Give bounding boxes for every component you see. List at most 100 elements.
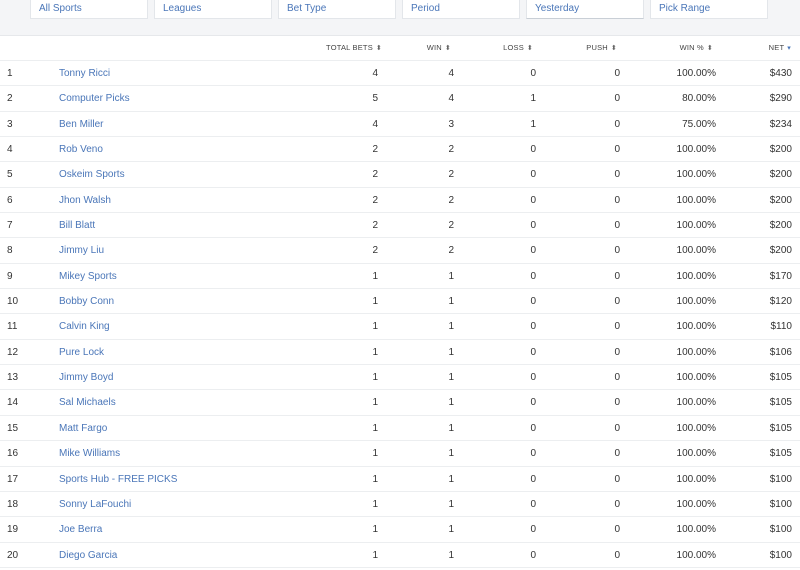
column-header-label: WIN — [426, 43, 442, 52]
table-row: 19 Joe Berra 1 1 0 0 100.00% $100 — [0, 517, 800, 543]
handicapper-link[interactable]: Ben Miller — [59, 119, 103, 130]
table-header: TOTAL BETS ⬍ WIN ⬍ LOSS ⬍ PUSH ⬍ WIN % ⬍ NET ▾ — [0, 36, 800, 61]
win-cell: 2 — [448, 245, 454, 257]
column-header-label: WIN % — [679, 43, 704, 52]
loss-cell: 0 — [530, 245, 536, 257]
column-header-loss[interactable]: LOSS ⬍ — [503, 43, 533, 52]
total-bets-cell: 2 — [372, 144, 378, 156]
push-cell: 0 — [614, 397, 620, 409]
table-row: 17 Sports Hub - FREE PICKS 1 1 0 0 100.00% $100 — [0, 467, 800, 492]
handicapper-link[interactable]: Mike Williams — [59, 448, 120, 459]
date-filter[interactable]: Yesterday — [526, 0, 644, 19]
loss-cell: 0 — [530, 346, 536, 358]
net-cell: $200 — [769, 144, 792, 156]
table-row: 14 Sal Michaels 1 1 0 0 100.00% $105 — [0, 390, 800, 416]
total-bets-cell: 4 — [372, 68, 378, 79]
win-cell: 1 — [448, 296, 454, 308]
rank-cell: 1 — [7, 68, 13, 79]
loss-cell: 0 — [530, 169, 536, 181]
net-cell: $106 — [769, 346, 792, 358]
total-bets-cell: 2 — [372, 169, 378, 181]
loss-cell: 0 — [530, 194, 536, 206]
table-row: 13 Jimmy Boyd 1 1 0 0 100.00% $105 — [0, 365, 800, 391]
table-row: 9 Mikey Sports 1 1 0 0 100.00% $170 — [0, 264, 800, 290]
loss-cell: 0 — [530, 144, 536, 156]
handicapper-link[interactable]: Sports Hub - FREE PICKS — [59, 474, 177, 485]
table-row: 4 Rob Veno 2 2 0 0 100.00% $200 — [0, 137, 800, 163]
net-cell: $200 — [769, 169, 792, 181]
handicapper-link[interactable]: Jhon Walsh — [59, 195, 111, 206]
column-header-net[interactable]: NET ▾ — [769, 43, 791, 52]
handicapper-link[interactable]: Rob Veno — [59, 144, 103, 155]
loss-cell: 1 — [530, 93, 536, 105]
league-filter[interactable]: Leagues — [154, 0, 272, 19]
loss-cell: 0 — [530, 68, 536, 79]
win-pct-cell: 100.00% — [676, 473, 716, 485]
column-header-label: PUSH — [586, 43, 608, 52]
handicapper-link[interactable]: Computer Picks — [59, 93, 130, 104]
net-cell: $200 — [769, 220, 792, 232]
win-pct-cell: 100.00% — [676, 422, 716, 434]
sort-desc-icon: ▾ — [787, 45, 791, 52]
handicapper-link[interactable]: Sonny LaFouchi — [59, 499, 131, 510]
loss-cell: 0 — [530, 422, 536, 434]
push-cell: 0 — [614, 93, 620, 105]
column-header-push[interactable]: PUSH ⬍ — [586, 43, 617, 52]
win-pct-cell: 100.00% — [676, 296, 716, 308]
total-bets-cell: 2 — [372, 220, 378, 232]
rank-cell: 5 — [7, 169, 13, 181]
rank-cell: 11 — [7, 321, 18, 333]
bet-type-filter[interactable]: Bet Type — [278, 0, 396, 19]
push-cell: 0 — [614, 321, 620, 333]
net-cell: $100 — [769, 498, 792, 510]
push-cell: 0 — [614, 524, 620, 536]
handicapper-link[interactable]: Sal Michaels — [59, 397, 116, 408]
handicapper-link[interactable]: Matt Fargo — [59, 423, 107, 434]
net-cell: $105 — [769, 372, 792, 384]
handicapper-link[interactable]: Tonny Ricci — [59, 68, 110, 79]
loss-cell: 0 — [530, 220, 536, 232]
loss-cell: 0 — [530, 549, 536, 561]
rank-cell: 20 — [7, 549, 19, 561]
rank-cell: 12 — [7, 346, 19, 358]
loss-cell: 0 — [530, 524, 536, 536]
handicapper-link[interactable]: Calvin King — [59, 321, 110, 332]
handicapper-link[interactable]: Oskeim Sports — [59, 169, 125, 180]
handicapper-link[interactable]: Mikey Sports — [59, 271, 117, 282]
column-header-win-pct[interactable]: WIN % ⬍ — [680, 43, 713, 52]
win-cell: 2 — [448, 144, 454, 156]
period-filter[interactable]: Period — [402, 0, 520, 19]
column-header-win[interactable]: WIN ⬍ — [427, 43, 451, 52]
total-bets-cell: 2 — [372, 245, 378, 257]
handicapper-link[interactable]: Diego Garcia — [59, 550, 117, 561]
win-cell: 1 — [448, 524, 454, 536]
loss-cell: 0 — [530, 448, 536, 460]
handicapper-link[interactable]: Joe Berra — [59, 524, 102, 535]
handicapper-link[interactable]: Bobby Conn — [59, 296, 114, 307]
handicapper-link[interactable]: Pure Lock — [59, 347, 104, 358]
rank-cell: 19 — [7, 524, 19, 536]
column-header-total-bets[interactable]: TOTAL BETS ⬍ — [326, 43, 382, 52]
handicapper-link[interactable]: Jimmy Boyd — [59, 372, 113, 383]
win-cell: 1 — [448, 422, 454, 434]
push-cell: 0 — [614, 194, 620, 206]
table-row: 8 Jimmy Liu 2 2 0 0 100.00% $200 — [0, 238, 800, 264]
push-cell: 0 — [614, 118, 620, 130]
win-cell: 1 — [448, 498, 454, 510]
loss-cell: 1 — [530, 118, 536, 130]
pick-range-filter[interactable]: Pick Range — [650, 0, 768, 19]
net-cell: $290 — [769, 93, 792, 105]
handicapper-link[interactable]: Bill Blatt — [59, 220, 95, 231]
table-row: 2 Computer Picks 5 4 1 0 80.00% $290 — [0, 86, 800, 112]
sort-icon: ⬍ — [375, 45, 382, 52]
total-bets-cell: 5 — [372, 93, 378, 105]
rank-cell: 9 — [7, 270, 13, 282]
sport-filter[interactable]: All Sports — [30, 0, 148, 19]
win-cell: 1 — [448, 397, 454, 409]
handicapper-link[interactable]: Jimmy Liu — [59, 245, 104, 256]
rank-cell: 17 — [7, 473, 19, 485]
total-bets-cell: 1 — [372, 397, 378, 409]
win-pct-cell: 100.00% — [676, 194, 716, 206]
win-pct-cell: 100.00% — [676, 220, 716, 232]
total-bets-cell: 1 — [372, 422, 378, 434]
